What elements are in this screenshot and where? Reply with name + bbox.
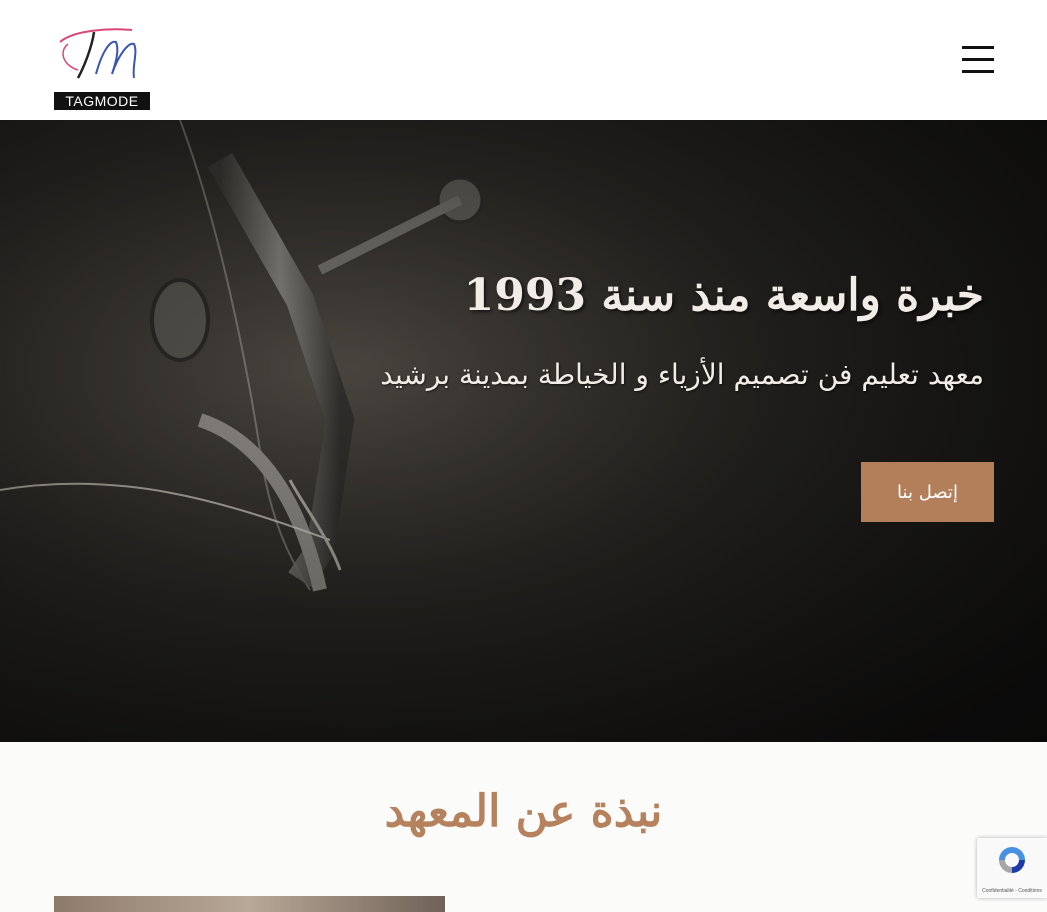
hamburger-icon-bar	[962, 58, 994, 61]
about-image	[54, 896, 445, 912]
site-logo[interactable]: TAGMODE	[54, 22, 150, 110]
sewing-machine-image	[0, 120, 1047, 742]
hero-banner: خبرة واسعة منذ سنة 1993 معهد تعليم فن تص…	[0, 120, 1047, 742]
contact-us-button[interactable]: إتصل بنا	[861, 462, 994, 522]
logo-wordmark: TAGMODE	[54, 92, 150, 110]
recaptcha-terms-link[interactable]: Confidentialité - Conditions	[977, 888, 1047, 894]
hero-subtitle: معهد تعليم فن تصميم الأزياء و الخياطة بم…	[380, 358, 984, 391]
about-section: نبذة عن المعهد	[0, 742, 1047, 912]
hamburger-menu-button[interactable]	[962, 46, 994, 74]
about-title: نبذة عن المعهد	[384, 786, 663, 837]
site-header: TAGMODE	[0, 0, 1047, 120]
hamburger-icon	[962, 46, 994, 49]
recaptcha-icon	[999, 847, 1025, 873]
logo-monogram-icon	[59, 28, 137, 79]
hamburger-icon-bar	[962, 70, 994, 73]
hero-title: خبرة واسعة منذ سنة 1993	[463, 270, 984, 321]
recaptcha-badge[interactable]: Confidentialité - Conditions	[977, 838, 1047, 898]
